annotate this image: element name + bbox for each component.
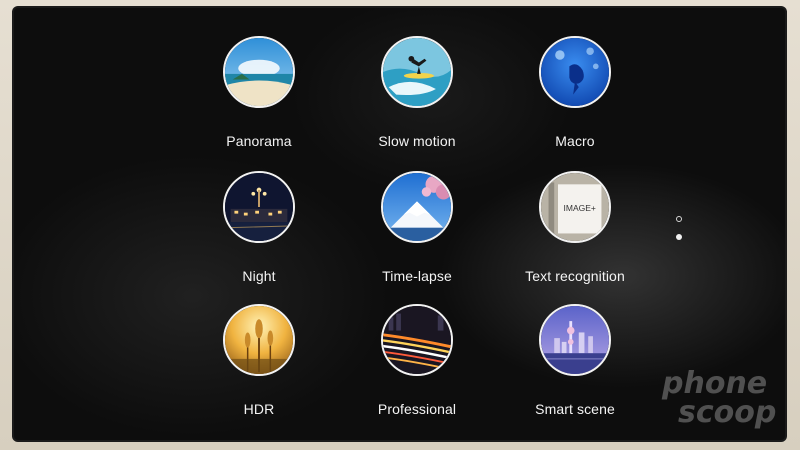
mode-time-lapse[interactable]: Time-lapse <box>332 171 502 284</box>
mode-smart-scene[interactable]: Smart scene <box>490 304 660 417</box>
mode-macro[interactable]: Macro <box>490 36 660 149</box>
page-indicator-dot-1[interactable] <box>676 216 682 222</box>
mode-label: Time-lapse <box>382 268 452 284</box>
camera-mode-screen: Panorama Slow motion Macro Night Time-la… <box>12 6 787 442</box>
mode-label: Smart scene <box>535 401 615 417</box>
thumb-text: IMAGE+ <box>564 203 596 213</box>
light-trails-icon <box>381 304 453 376</box>
skyline-icon <box>539 304 611 376</box>
mode-label: Professional <box>377 401 457 417</box>
mode-night[interactable]: Night <box>174 171 344 284</box>
mode-label: Text recognition <box>525 268 625 284</box>
phonescoop-watermark: phone scoop <box>656 366 787 442</box>
mode-panorama[interactable]: Panorama <box>174 36 344 149</box>
mode-label: Macro <box>555 133 595 149</box>
mountain-blossom-icon <box>381 171 453 243</box>
surfer-icon <box>381 36 453 108</box>
mode-professional[interactable]: Professional <box>332 304 502 417</box>
mode-label: Night <box>242 268 276 284</box>
mode-hdr[interactable]: HDR <box>174 304 344 417</box>
page-indicator-dot-2[interactable] <box>676 234 682 240</box>
watermark-line-2: scoop <box>678 394 777 430</box>
document-text-icon: IMAGE+ <box>539 171 611 243</box>
water-drop-icon <box>539 36 611 108</box>
mode-label: HDR <box>243 401 275 417</box>
panorama-beach-icon <box>223 36 295 108</box>
mode-text-recognition[interactable]: IMAGE+ Text recognition <box>490 171 660 284</box>
mode-label: Panorama <box>226 133 292 149</box>
mode-slow-motion[interactable]: Slow motion <box>332 36 502 149</box>
watermark-line-1: phone <box>662 366 768 401</box>
wheat-sunset-icon <box>223 304 295 376</box>
mode-label: Slow motion <box>378 133 456 149</box>
night-city-icon <box>223 171 295 243</box>
